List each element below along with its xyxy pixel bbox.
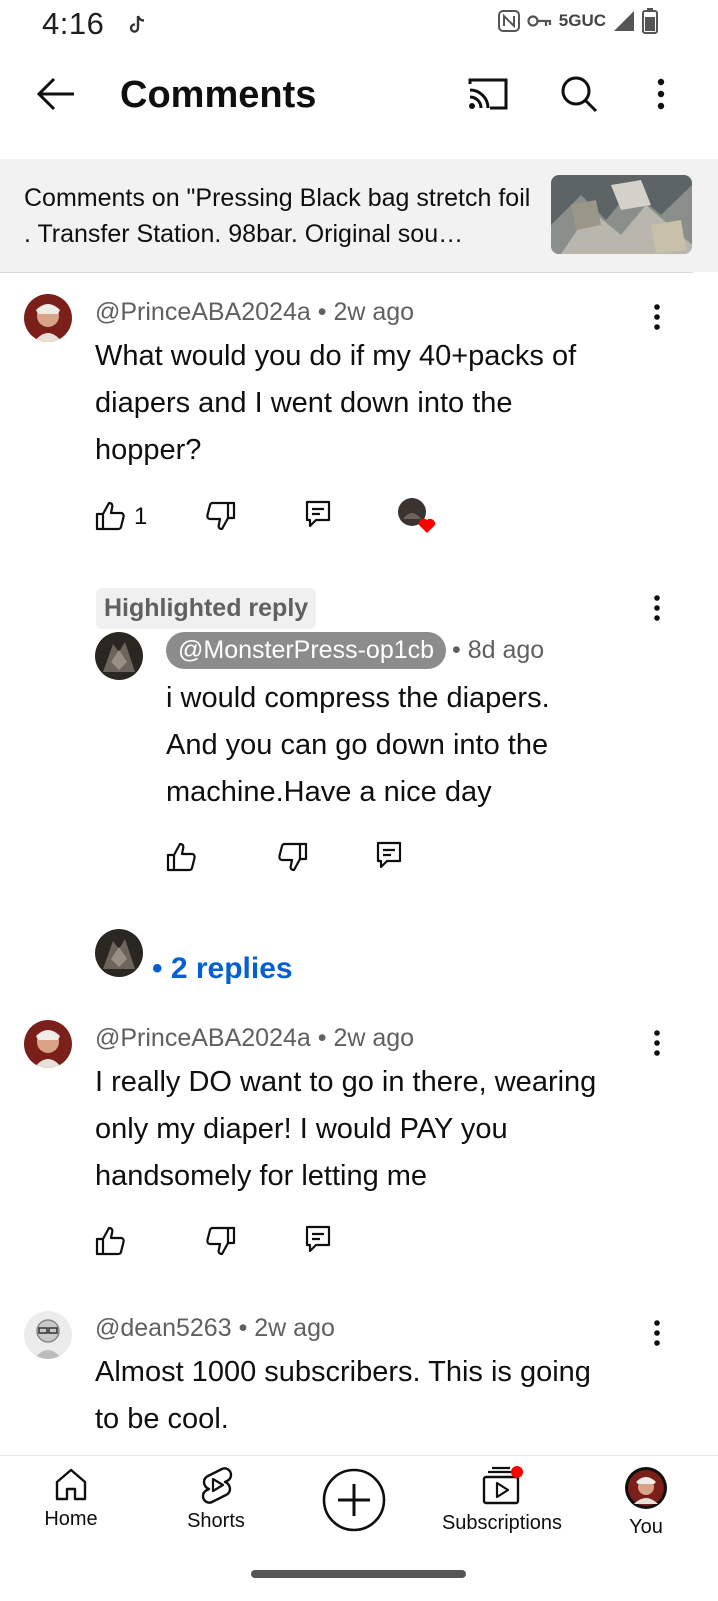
signal-icon: [612, 9, 636, 33]
search-icon[interactable]: [559, 74, 599, 114]
vpn-key-icon: [527, 13, 553, 29]
reply-icon[interactable]: [304, 499, 332, 529]
creator-heart: [397, 497, 437, 535]
comment-text-line: to be cool.: [95, 1403, 229, 1435]
comment-age: • 2w ago: [317, 1024, 415, 1052]
reply-menu-icon[interactable]: [652, 595, 662, 621]
gesture-home-bar[interactable]: [251, 1570, 466, 1578]
comment-age: • 2w ago: [238, 1314, 335, 1342]
reply-icon[interactable]: [304, 1224, 332, 1254]
nav-label: Shorts: [187, 1510, 245, 1532]
replies-avatar[interactable]: [95, 929, 143, 977]
comment-text: What would you do if my 40+packs of diap…: [95, 333, 576, 474]
dislike-icon[interactable]: [204, 501, 236, 531]
reply-reply-icon[interactable]: [375, 840, 403, 870]
cast-icon[interactable]: [466, 76, 510, 112]
comment-text: Almost 1000 subscribers. This is going t…: [95, 1349, 591, 1455]
comment-menu-icon[interactable]: [652, 1320, 662, 1346]
divider: [0, 272, 693, 273]
home-icon: [11, 1466, 131, 1502]
comment-author[interactable]: @PrinceABA2024a: [95, 298, 311, 326]
status-indicators: 5GUC: [497, 8, 658, 34]
shorts-icon: [156, 1466, 276, 1504]
nfc-icon: [497, 9, 521, 33]
banner-text: Comments on "Pressing Black bag stretch …: [24, 184, 531, 248]
view-replies-link[interactable]: • 2 replies: [152, 952, 293, 986]
tiktok-icon: [128, 14, 148, 36]
network-type: 5GUC: [558, 11, 606, 30]
video-thumbnail[interactable]: [551, 175, 692, 254]
comment-meta: @PrinceABA2024a • 2w ago: [95, 298, 414, 327]
comment-author[interactable]: @PrinceABA2024a: [95, 1024, 311, 1052]
nav-home[interactable]: Home: [11, 1466, 131, 1531]
nav-label: You: [629, 1516, 663, 1538]
comment-text-line: diapers and I went down into the: [95, 387, 513, 419]
avatar[interactable]: [24, 294, 72, 342]
comment-meta: @PrinceABA2024a • 2w ago: [95, 1024, 414, 1053]
status-time: 4:16: [42, 6, 105, 41]
reply-author[interactable]: @MonsterPress-op1cb: [166, 632, 447, 669]
create-button[interactable]: [322, 1468, 386, 1532]
reply-age: • 8d ago: [452, 636, 545, 664]
like-icon[interactable]: [95, 1226, 127, 1256]
comment-menu-icon[interactable]: [652, 1030, 662, 1056]
highlighted-reply-chip: Highlighted reply: [96, 588, 317, 629]
nav-shorts[interactable]: Shorts: [156, 1466, 276, 1533]
comment-text: I really DO want to go in there, wearing…: [95, 1059, 596, 1200]
comment-meta: @dean5263 • 2w ago: [95, 1314, 335, 1343]
comment-menu-icon[interactable]: [652, 304, 662, 330]
like-icon[interactable]: [95, 501, 127, 531]
reply-text-line: machine.Have a nice day: [166, 776, 492, 808]
reply-avatar[interactable]: [95, 632, 143, 680]
like-count: 1: [134, 503, 148, 530]
nav-you[interactable]: You: [586, 1466, 706, 1539]
reply-like-icon[interactable]: [166, 842, 198, 872]
comment-text-line: handsomely for letting me: [95, 1160, 428, 1192]
dislike-icon[interactable]: [204, 1226, 236, 1256]
nav-label: Home: [44, 1508, 98, 1530]
comment-text-line: hopper?: [95, 434, 202, 466]
comment-text-line: only my diaper! I would PAY you: [95, 1113, 508, 1145]
comment-author[interactable]: @dean5263: [95, 1314, 232, 1342]
nav-label: Subscriptions: [441, 1512, 563, 1534]
reply-dislike-icon[interactable]: [276, 842, 308, 872]
avatar[interactable]: [24, 1311, 72, 1359]
nav-subscriptions[interactable]: Subscriptions: [432, 1466, 572, 1535]
back-arrow-icon[interactable]: [36, 76, 76, 112]
comment-age: • 2w ago: [317, 298, 415, 326]
avatar[interactable]: [24, 1020, 72, 1068]
battery-icon: [642, 8, 658, 34]
reply-text: i would compress the diapers. And you ca…: [166, 675, 550, 816]
comment-text-line: I really DO want to go in there, wearing: [95, 1066, 597, 1098]
more-options-icon[interactable]: [656, 78, 666, 110]
reply-text-line: And you can go down into the: [166, 729, 549, 761]
reply-text-line: i would compress the diapers.: [166, 682, 550, 714]
profile-avatar: [586, 1466, 706, 1510]
comment-text-line: Almost 1000 subscribers. This is going: [95, 1356, 591, 1388]
reply-meta: @MonsterPress-op1cb • 8d ago: [166, 632, 544, 669]
subscriptions-icon: [432, 1466, 572, 1506]
page-title: Comments: [120, 74, 317, 116]
comment-text-line: What would you do if my 40+packs of: [95, 340, 577, 372]
